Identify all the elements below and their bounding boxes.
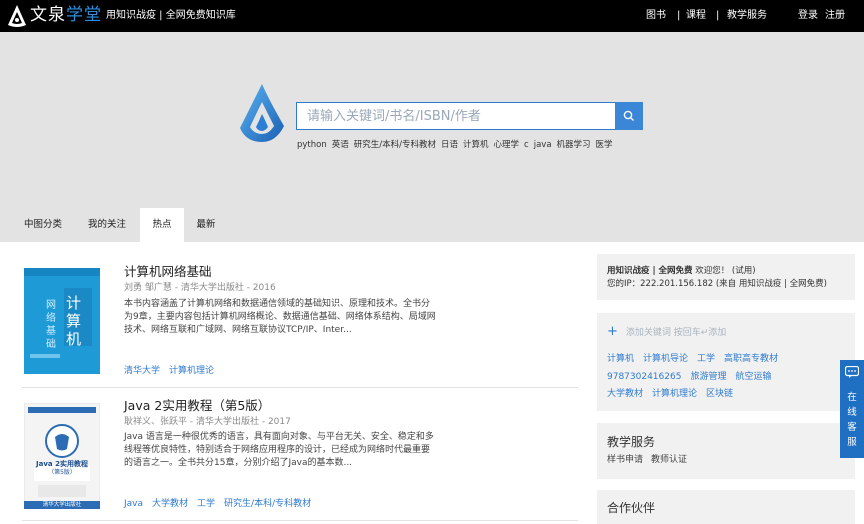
top-bar: 文泉学堂 用知识战疫 | 全网免费知识库 图书 | 课程 | 教学服务 登录 注册 [0,0,864,32]
book-tag[interactable]: 研究生/本科/专科教材 [224,499,311,509]
svg-text:网: 网 [46,299,56,311]
hot-tag[interactable]: 英语 [332,140,349,150]
keyword-tag[interactable]: 大学教材 [607,389,643,399]
online-service-char: 客 [847,422,857,433]
search-hero: python 英语研究生/本科/专科教材日语计算机心理学 cjava 机器学习医学 [0,32,864,208]
hot-tag[interactable]: 机器学习 [557,140,591,150]
welcome-text: 用知识战疫 | 全网免费 欢迎您！ (试用) 您的IP：222.201.156.… [607,265,827,291]
svg-text:础: 础 [46,338,56,350]
book-tags: Java 大学教材 工学 研究生/本科/专科教材 [124,498,320,510]
nav-separator: | [716,10,720,21]
online-service-button[interactable]: 在 线 客 服 [840,360,864,458]
tab-classification[interactable]: 中图分类 [14,208,72,242]
hot-tag[interactable]: c [524,140,529,150]
online-service-label: 在 线 客 服 [840,390,864,450]
svg-text:机: 机 [66,330,81,348]
list-divider [22,387,578,388]
search-button[interactable] [615,102,643,130]
login-link[interactable]: 登录 [798,10,818,21]
book-description: 本书内容涵盖了计算机网络和数据通信领域的基础知识、原理和技术。全书分为9章，主要… [124,299,436,335]
chat-icon [845,366,859,378]
keyword-tag[interactable]: 航空运输 [735,372,771,382]
keyword-row: 大学教材 计算机理论 区块链 [607,388,742,400]
online-service-char: 服 [847,437,857,448]
svg-text:计: 计 [66,294,81,312]
book-title[interactable]: Java 2实用教程（第5版） [124,398,270,414]
nav-books[interactable]: 图书 [646,9,666,23]
hot-tag[interactable]: 研究生/本科/专科教材 [354,140,436,150]
cover-title: Java 2实用教程 [36,460,88,468]
svg-text:络: 络 [46,311,56,324]
add-keyword-placeholder: 添加关键词 按回车↵添加 [625,328,727,338]
hot-tag[interactable]: python [297,140,327,150]
service-title: 教学服务 [607,435,656,449]
logo-text[interactable]: 文泉学堂 [30,4,102,26]
service-card [597,423,855,479]
book-meta: 刘勇 邹广慧 - 清华大学出版社 - 2016 [124,283,276,293]
book-description: Java 语言是一种很优秀的语言，具有面向对象、与平台无关、安全、稳定和多线程等… [124,432,434,468]
nav-teaching-service[interactable]: 教学服务 [727,9,767,23]
book-tag[interactable]: Java [124,499,143,509]
book-tag[interactable]: 清华大学 [124,366,160,376]
keyword-tag[interactable]: 区块链 [706,389,733,399]
add-keyword-field[interactable]: + 添加关键词 按回车↵添加 [607,324,727,339]
book-tags: 清华大学 计算机理论 [124,365,223,377]
list-divider [22,520,578,521]
register-link[interactable]: 注册 [825,10,845,21]
tagline: 用知识战疫 | 全网免费知识库 [106,10,236,21]
book-title[interactable]: 计算机网络基础 [124,264,212,280]
book-cover[interactable] [24,403,100,509]
sample-book-request-link[interactable]: 样书申请 [607,455,643,465]
svg-text:基: 基 [46,324,56,337]
nav-courses[interactable]: 课程 [686,9,706,23]
book-tag[interactable]: 大学教材 [152,499,188,509]
plus-icon[interactable]: + [607,324,618,339]
cover-publisher: 清华大学出版社 [42,502,82,508]
keyword-tag[interactable]: 计算机理论 [652,389,697,399]
keyword-tag[interactable]: 高职高专教材 [724,354,778,364]
book-cover[interactable]: 计 算 机 网 络 基 础 [24,268,100,374]
keyword-row: 9787302416265 旅游管理 航空运输 [607,371,780,383]
teacher-certification-link[interactable]: 教师认证 [651,455,687,465]
hot-tag[interactable]: java [534,140,552,150]
book-meta: 耿祥义、张跃平 - 清华大学出版社 - 2017 [124,417,291,427]
partner-title: 合作伙伴 [607,501,656,515]
keyword-tag[interactable]: 计算机 [607,354,634,364]
tab-latest[interactable]: 最新 [186,208,226,242]
ip-info: 您的IP：222.201.156.182 (来自 用知识战疫 | 全网免费) [607,279,827,289]
hero-logo-icon [240,84,284,142]
search-icon [623,110,634,121]
keyword-row: 计算机 计算机导论 工学 高职高专教材 [607,353,787,365]
nav-separator: | [677,10,681,21]
tab-hot[interactable]: 热点 [140,208,184,242]
hot-tag[interactable]: 心理学 [494,140,520,150]
cover-edition: （第5版） [48,469,76,476]
svg-text:算: 算 [66,312,81,330]
book-tag[interactable]: 计算机理论 [169,366,214,376]
logo-icon[interactable] [6,4,28,28]
book-tag[interactable]: 工学 [197,499,215,509]
hot-tag[interactable]: 医学 [596,140,613,150]
hot-search-tags: python 英语 研究生/本科/专科教材 日语 计算机 心理学 c java 机器学习 医学 [297,139,618,151]
keyword-tag[interactable]: 旅游管理 [690,372,726,382]
hot-tag[interactable]: 计算机 [463,140,489,150]
logo-text-accent: 学堂 [66,5,102,25]
service-links: 样书申请 教师认证 [607,454,695,466]
search-input[interactable] [296,102,616,130]
auth-links: 登录 注册 [798,9,845,23]
logo-text-main: 文泉 [30,5,66,25]
welcome-greeting: 欢迎您！ (试用) [692,266,756,276]
online-service-char: 线 [847,407,857,418]
keyword-tag[interactable]: 9787302416265 [607,372,681,382]
category-tabs: 中图分类 我的关注 热点 最新 [0,208,864,242]
online-service-char: 在 [847,392,857,403]
keyword-tag[interactable]: 工学 [697,354,715,364]
tab-following[interactable]: 我的关注 [78,208,136,242]
hot-tag[interactable]: 日语 [441,140,458,150]
keyword-tag[interactable]: 计算机导论 [643,354,688,364]
welcome-org: 用知识战疫 | 全网免费 [607,266,693,276]
